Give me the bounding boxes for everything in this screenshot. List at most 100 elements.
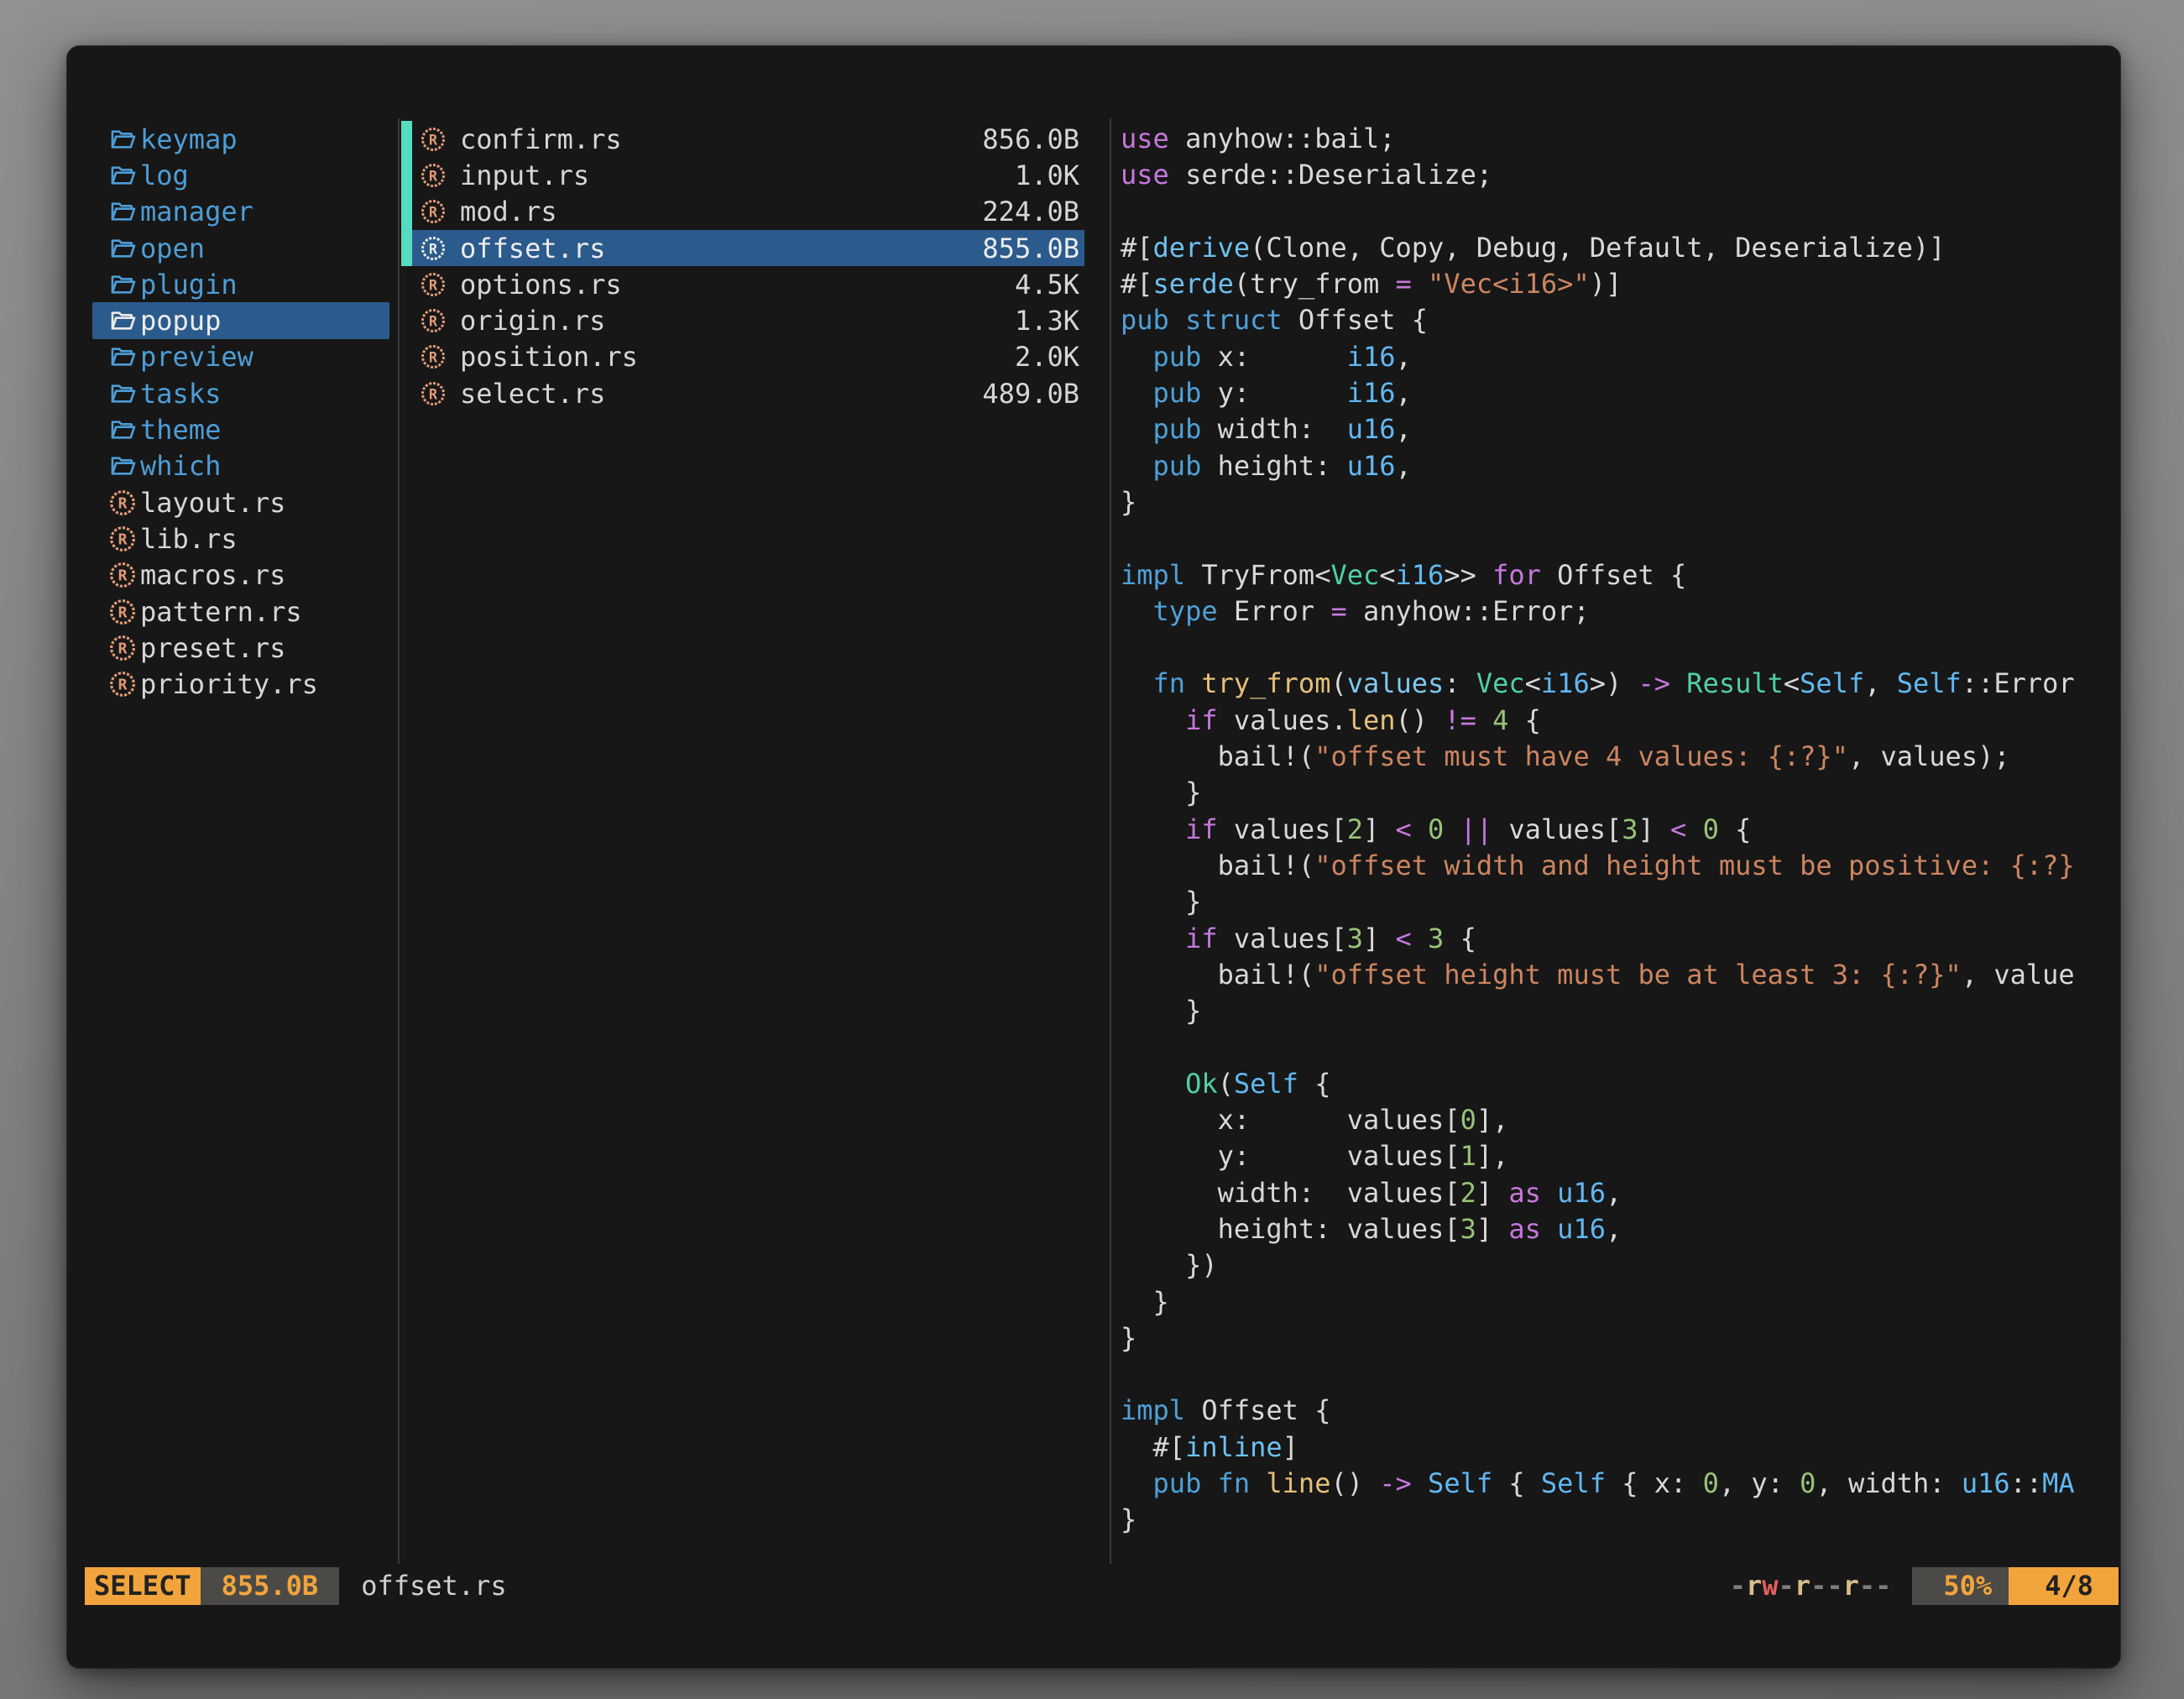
file-size: 224.0B [982, 196, 1079, 227]
code-line: x: values[0], [1121, 1102, 2119, 1138]
rust-file-icon: R [421, 272, 446, 297]
sidebar-item-label: layout.rs [140, 487, 285, 519]
pane-separator [398, 118, 400, 1564]
code-line: type Error = anyhow::Error; [1121, 593, 2119, 630]
code-line: } [1121, 884, 2119, 920]
sidebar-item-plugin[interactable]: plugin [92, 266, 389, 302]
file-size: 1.3K [1015, 305, 1079, 337]
rust-file-icon: R [109, 489, 138, 517]
file-row-body: Roptions.rs4.5K [412, 266, 1084, 302]
open-folder-icon [109, 306, 138, 335]
file-row-offset-rs[interactable]: Roffset.rs855.0B [401, 230, 1084, 266]
code-line: fn try_from(values: Vec<i16>) -> Result<… [1121, 666, 2119, 702]
sidebar-item-theme[interactable]: theme [92, 411, 389, 447]
sidebar-item-manager[interactable]: manager [92, 194, 389, 230]
sidebar-item-popup[interactable]: popup [92, 302, 389, 338]
code-line: pub x: i16, [1121, 339, 2119, 375]
sidebar-item-label: keymap [140, 123, 238, 155]
svg-text:R: R [429, 312, 438, 329]
sidebar-item-macros-rs[interactable]: Rmacros.rs [92, 557, 389, 593]
rust-file-icon: R [421, 308, 446, 333]
file-row-options-rs[interactable]: Roptions.rs4.5K [401, 266, 1084, 302]
file-name: position.rs [460, 341, 638, 373]
open-folder-icon [109, 270, 138, 299]
rust-file-icon: R [421, 236, 446, 261]
file-name: mod.rs [460, 196, 557, 227]
code-line: impl Offset { [1121, 1393, 2119, 1429]
svg-text:R: R [118, 494, 128, 512]
sidebar-item-log[interactable]: log [92, 157, 389, 193]
sidebar-item-preset-rs[interactable]: Rpreset.rs [92, 630, 389, 666]
file-name: confirm.rs [460, 123, 622, 155]
sidebar-item-label: theme [140, 414, 221, 446]
code-line: use anyhow::bail; [1121, 121, 2119, 157]
open-folder-icon [109, 125, 138, 154]
file-row-origin-rs[interactable]: Rorigin.rs1.3K [401, 302, 1084, 338]
file-row-body: Rselect.rs489.0B [412, 375, 1084, 411]
file-row-body: Rinput.rs1.0K [412, 157, 1084, 193]
sidebar-item-label: open [140, 233, 205, 264]
mode-badge: SELECT [85, 1567, 201, 1605]
code-line: pub fn line() -> Self { Self { x: 0, y: … [1121, 1466, 2119, 1502]
rust-file-icon: R [109, 561, 138, 589]
rust-file-icon: R [109, 670, 138, 698]
file-row-input-rs[interactable]: Rinput.rs1.0K [401, 157, 1084, 193]
sidebar-item-label: which [140, 450, 221, 482]
sidebar-item-label: preview [140, 341, 253, 373]
yazi-terminal-window: keymap logmanageropen pluginpopuppreviewta… [66, 45, 2121, 1669]
file-size: 2.0K [1015, 341, 1079, 373]
open-folder-icon [109, 379, 138, 408]
svg-text:R: R [429, 385, 438, 402]
file-size: 1.0K [1015, 159, 1079, 191]
svg-text:R: R [429, 349, 438, 366]
svg-text:R: R [118, 640, 128, 657]
sidebar-item-label: log [140, 159, 189, 191]
svg-text:R: R [429, 276, 438, 293]
sidebar-item-layout-rs[interactable]: Rlayout.rs [92, 484, 389, 520]
sidebar-item-label: plugin [140, 269, 238, 301]
sidebar-item-pattern-rs[interactable]: Rpattern.rs [92, 593, 389, 630]
code-line: } [1121, 484, 2119, 520]
file-size: 4.5K [1015, 269, 1079, 301]
code-line: bail!("offset height must be at least 3:… [1121, 957, 2119, 993]
sidebar-item-label: lib.rs [140, 523, 238, 555]
sidebar-item-priority-rs[interactable]: Rpriority.rs [92, 666, 389, 702]
code-line [1121, 194, 2119, 230]
pane-separator [1110, 118, 1111, 1564]
sidebar-item-label: macros.rs [140, 559, 285, 591]
sidebar-item-tasks[interactable]: tasks [92, 375, 389, 411]
selection-marker [401, 339, 412, 375]
selection-marker [401, 121, 412, 157]
rust-file-icon: R [109, 525, 138, 553]
rust-file-icon: R [109, 634, 138, 662]
sidebar-item-preview[interactable]: preview [92, 339, 389, 375]
code-line: pub height: u16, [1121, 448, 2119, 484]
file-row-position-rs[interactable]: Rposition.rs 2.0K [401, 339, 1084, 375]
sidebar-item-which[interactable]: which [92, 448, 389, 484]
permissions-text: -rw-r--r-- [1730, 1567, 1892, 1605]
file-row-body: Rorigin.rs1.3K [412, 302, 1084, 338]
code-line: bail!("offset width and height must be p… [1121, 848, 2119, 884]
file-row-select-rs[interactable]: Rselect.rs489.0B [401, 375, 1084, 411]
sidebar-item-open[interactable]: open [92, 230, 389, 266]
sidebar-item-keymap[interactable]: keymap [92, 121, 389, 157]
open-folder-icon [109, 342, 138, 371]
code-line: use serde::Deserialize; [1121, 157, 2119, 193]
sidebar-item-lib-rs[interactable]: Rlib.rs [92, 520, 389, 557]
code-line: height: values[3] as u16, [1121, 1211, 2119, 1247]
rust-file-icon: R [421, 163, 446, 188]
code-line: } [1121, 775, 2119, 811]
code-line: bail!("offset must have 4 values: {:?}",… [1121, 739, 2119, 775]
svg-text:R: R [429, 131, 438, 148]
code-line [1121, 1029, 2119, 1065]
code-line [1121, 520, 2119, 557]
file-row-confirm-rs[interactable]: Rconfirm.rs 856.0B [401, 121, 1084, 157]
open-folder-icon [109, 161, 138, 190]
svg-text:R: R [118, 567, 128, 585]
file-row-mod-rs[interactable]: Rmod.rs224.0B [401, 194, 1084, 230]
file-name: select.rs [460, 378, 605, 410]
sidebar-item-label: preset.rs [140, 632, 285, 664]
code-line: width: values[2] as u16, [1121, 1175, 2119, 1211]
file-size: 856.0B [982, 123, 1079, 155]
preview-pane: use anyhow::bail;use serde::Deserialize;… [1121, 121, 2119, 1539]
